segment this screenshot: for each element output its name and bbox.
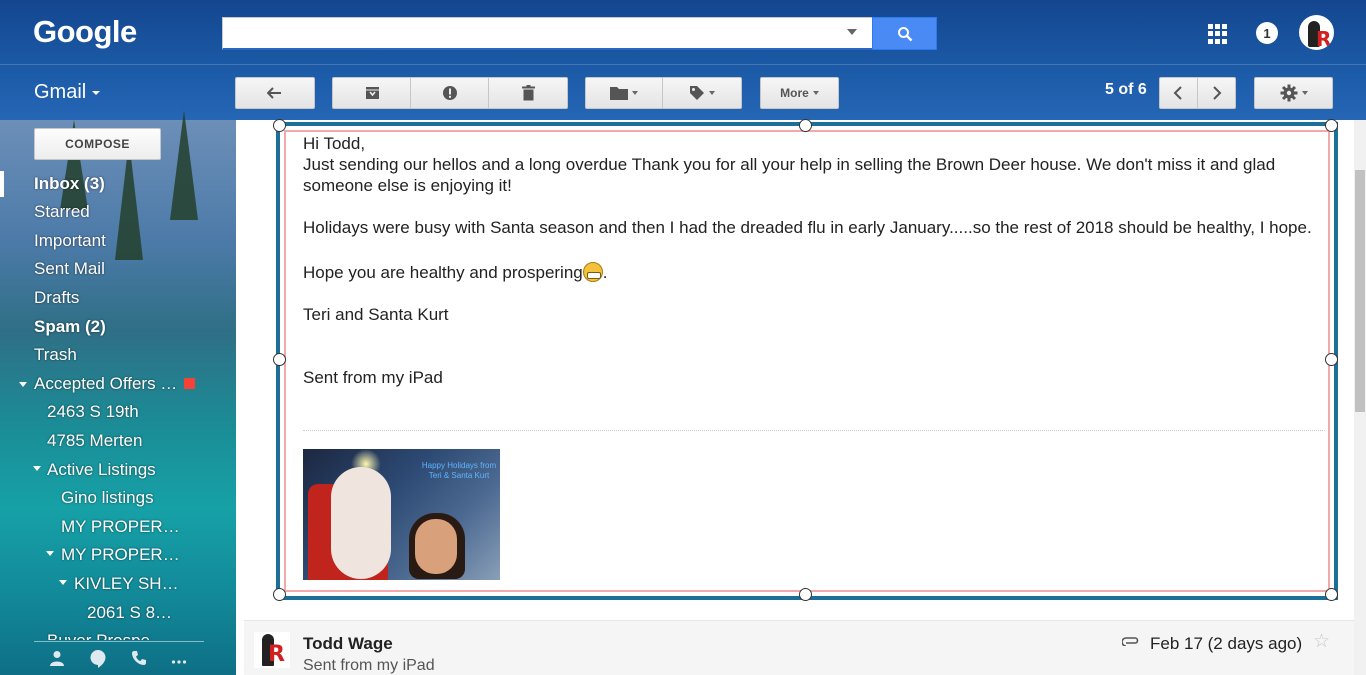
chevron-down-icon <box>92 90 101 95</box>
chevron-left-icon <box>1173 86 1182 100</box>
message-paragraph-2: Holidays were busy with Santa season and… <box>303 218 1312 237</box>
hangouts-icon[interactable] <box>90 650 106 673</box>
star-icon[interactable]: ☆ <box>1313 630 1330 653</box>
message-paragraph-3: Hope you are healthy and prospering. <box>303 262 607 283</box>
message-sent-from: Sent from my iPad <box>303 368 443 387</box>
expand-triangle-icon[interactable] <box>33 466 41 471</box>
notifications-badge[interactable]: 1 <box>1256 22 1278 44</box>
sidebar-item-my-properties-2[interactable]: MY PROPER… <box>61 545 180 565</box>
resize-handle-bottom-left[interactable] <box>273 588 286 601</box>
sidebar-item-my-properties-1[interactable]: MY PROPER… <box>61 517 180 537</box>
attachment-clip-icon <box>1121 633 1140 650</box>
chevron-down-icon <box>1301 91 1308 95</box>
sidebar-item-4785-merten[interactable]: 4785 Merten <box>47 431 142 451</box>
sidebar-item-2463-s-19th[interactable]: 2463 S 19th <box>47 402 139 422</box>
grimace-emoji-icon <box>582 262 603 282</box>
message-date: Feb 17 (2 days ago) <box>1150 634 1303 653</box>
apps-grid-icon[interactable] <box>1208 24 1228 44</box>
expand-triangle-icon[interactable] <box>46 551 54 556</box>
gmail-menu[interactable]: Gmail <box>34 81 101 104</box>
message-line-3-end: . <box>602 263 608 282</box>
sidebar-item-spam[interactable]: Spam (2) <box>34 317 106 337</box>
sidebar-footer-divider <box>34 641 204 642</box>
account-avatar[interactable]: R <box>1299 15 1334 50</box>
search-button[interactable] <box>872 17 937 50</box>
label-color-swatch <box>184 378 195 389</box>
expand-triangle-icon[interactable] <box>59 580 67 585</box>
active-indicator <box>0 171 4 197</box>
back-to-inbox-button[interactable] <box>235 77 315 109</box>
photo-caption: Happy Holidays from Teri & Santa Kurt <box>421 461 497 480</box>
message-line-3: Hope you are healthy and prospering <box>303 263 583 282</box>
delete-button[interactable] <box>489 77 567 109</box>
sidebar-item-important[interactable]: Important <box>34 231 106 251</box>
more-button[interactable]: More <box>760 77 839 109</box>
resize-handle-left[interactable] <box>273 353 286 366</box>
scrollbar-thumb[interactable] <box>1355 170 1365 412</box>
sidebar-item-inbox[interactable]: Inbox (3) <box>34 174 105 194</box>
resize-handle-bottom-right[interactable] <box>1325 588 1338 601</box>
gear-icon <box>1280 84 1297 102</box>
chevron-right-icon <box>1213 86 1222 100</box>
resize-handle-right[interactable] <box>1325 353 1338 366</box>
gmail-label: Gmail <box>34 81 87 103</box>
message-paragraph-1: Just sending our hellos and a long overd… <box>303 155 1276 195</box>
folder-icon <box>610 87 628 100</box>
report-spam-icon <box>443 86 457 100</box>
back-arrow-icon <box>267 87 281 99</box>
resize-handle-bottom[interactable] <box>799 588 812 601</box>
search-options-dropdown-icon[interactable] <box>847 29 857 35</box>
report-spam-button[interactable] <box>411 77 489 109</box>
archive-icon <box>365 87 379 99</box>
message-signature: Teri and Santa Kurt <box>303 305 449 324</box>
sidebar-item-gino-listings[interactable]: Gino listings <box>61 488 154 508</box>
resize-handle-top-right[interactable] <box>1325 119 1338 132</box>
more-label: More <box>780 86 809 100</box>
older-button[interactable] <box>1198 77 1236 109</box>
settings-button[interactable] <box>1254 77 1333 109</box>
chevron-down-icon <box>709 91 715 95</box>
sidebar-item-starred[interactable]: Starred <box>34 202 90 222</box>
sidebar-item-active-listings[interactable]: Active Listings <box>47 460 156 480</box>
contacts-icon[interactable] <box>50 650 64 671</box>
phone-icon[interactable] <box>131 650 147 671</box>
sidebar-item-trash[interactable]: Trash <box>34 345 77 365</box>
resize-handle-top-left[interactable] <box>273 119 286 132</box>
sidebar-item-sent-mail[interactable]: Sent Mail <box>34 259 105 279</box>
message-greeting: Hi Todd, <box>303 134 366 153</box>
expand-triangle-icon[interactable] <box>19 382 27 387</box>
sender-avatar: R <box>254 632 290 668</box>
compose-button[interactable]: COMPOSE <box>34 128 161 160</box>
message-count: 5 of 6 <box>1105 81 1147 98</box>
label-tag-icon <box>690 86 704 100</box>
google-logo[interactable]: Google <box>33 14 137 50</box>
sidebar-item-buyer-prospects[interactable]: Buyer Prospe… <box>47 631 167 640</box>
chevron-down-icon <box>632 91 638 95</box>
archive-button[interactable] <box>332 77 411 109</box>
resize-handle-top[interactable] <box>799 119 812 132</box>
trash-icon <box>521 85 535 101</box>
attachment-divider <box>303 430 1325 431</box>
search-icon <box>897 26 912 41</box>
search-input[interactable] <box>222 17 872 50</box>
message-snippet: Sent from my iPad <box>303 657 435 674</box>
attachment-photo[interactable]: Happy Holidays from Teri & Santa Kurt <box>303 449 500 580</box>
sidebar-item-drafts[interactable]: Drafts <box>34 288 79 308</box>
newer-button[interactable] <box>1159 77 1197 109</box>
sender-name: Todd Wage <box>303 634 393 653</box>
move-to-button[interactable] <box>585 77 663 109</box>
sidebar-item-2061-s-8[interactable]: 2061 S 8… <box>87 603 172 623</box>
sidebar-item-kivley[interactable]: KIVLEY SH… <box>74 574 179 594</box>
sidebar-item-accepted-offers[interactable]: Accepted Offers … <box>34 374 177 394</box>
more-options-icon[interactable] <box>171 650 187 671</box>
header-divider <box>0 64 1366 65</box>
labels-button[interactable] <box>663 77 741 109</box>
chevron-down-icon <box>812 91 819 95</box>
